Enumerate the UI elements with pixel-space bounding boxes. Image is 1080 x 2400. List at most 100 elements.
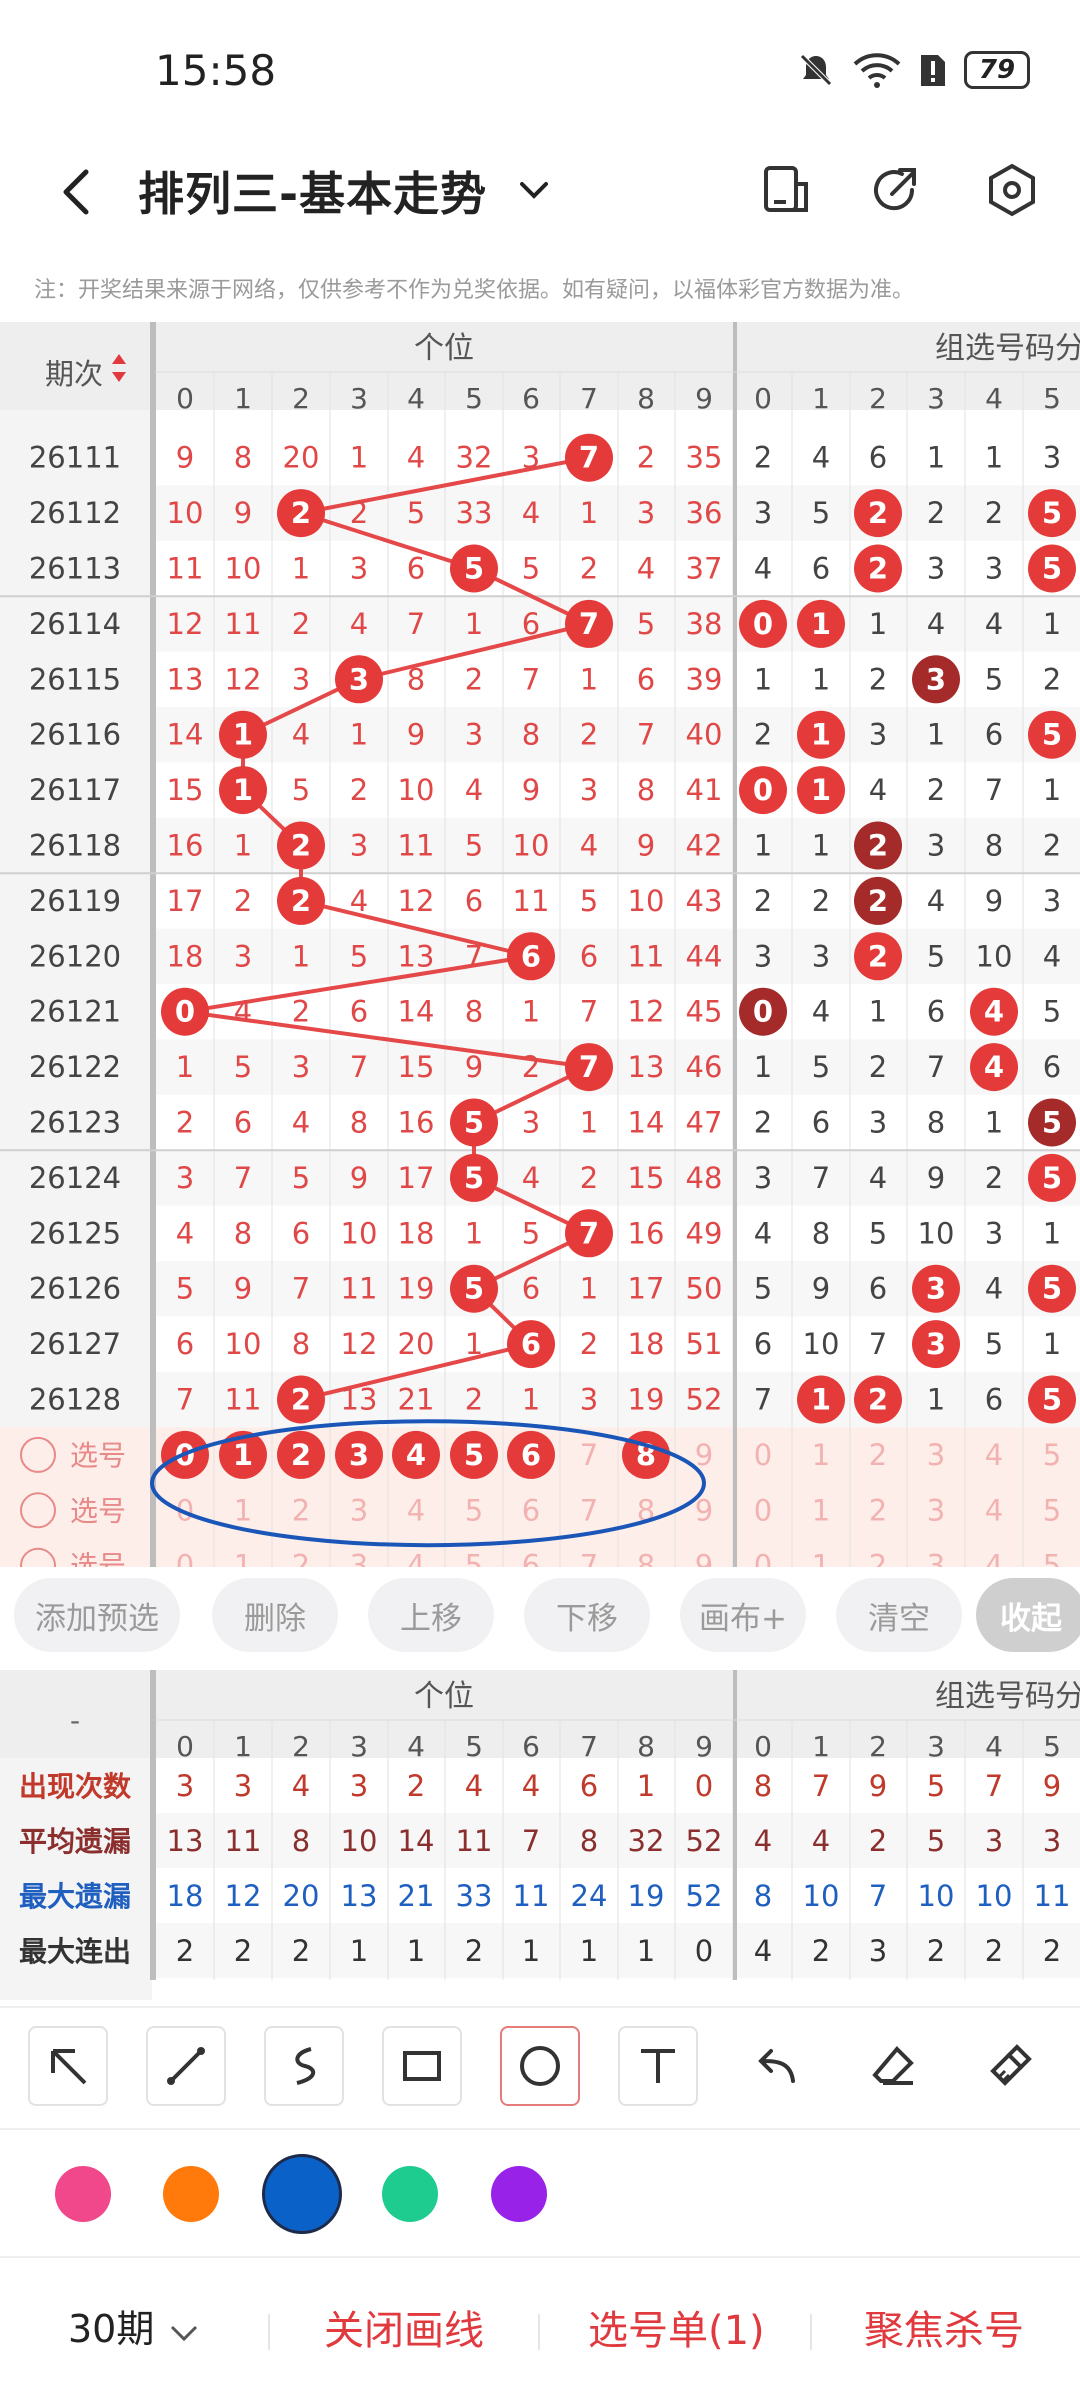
miss-cell: 18 bbox=[167, 939, 204, 973]
color-swatch-orange[interactable] bbox=[163, 2166, 219, 2222]
stats-section-group: 组选号码分 bbox=[935, 1679, 1080, 1714]
chevron-down-icon[interactable] bbox=[514, 170, 554, 210]
group-cell: 10 bbox=[976, 939, 1013, 973]
stats-digit-header: 2 bbox=[292, 1730, 310, 1763]
pick-ball[interactable]: 0 bbox=[176, 1549, 194, 1567]
canvas-plus-button[interactable]: 画布+ bbox=[680, 1578, 806, 1652]
miss-cell: 13 bbox=[628, 1050, 665, 1084]
curve-tool-icon[interactable] bbox=[264, 2026, 344, 2106]
settings-icon[interactable] bbox=[982, 160, 1042, 220]
miss-cell: 48 bbox=[686, 1161, 723, 1195]
group-pick-ball[interactable]: 3 bbox=[927, 1493, 945, 1527]
rectangle-tool-icon[interactable] bbox=[382, 2026, 462, 2106]
group-pick-ball[interactable]: 0 bbox=[754, 1438, 772, 1472]
color-swatch-purple[interactable] bbox=[491, 2166, 547, 2222]
pick-ball[interactable]: 8 bbox=[637, 1549, 655, 1567]
pick-ball[interactable]: 3 bbox=[350, 1493, 368, 1527]
stats-digit-header: 4 bbox=[407, 1730, 425, 1763]
group-hit-number: 1 bbox=[811, 718, 831, 752]
group-pick-ball[interactable]: 1 bbox=[812, 1549, 830, 1567]
pick-ball[interactable]: 7 bbox=[580, 1493, 598, 1527]
group-pick-ball[interactable]: 2 bbox=[869, 1493, 887, 1527]
pick-ball[interactable]: 1 bbox=[234, 1549, 252, 1567]
clear-button[interactable]: 清空 bbox=[836, 1578, 962, 1652]
group-hit-number: 2 bbox=[868, 552, 888, 586]
miss-cell: 51 bbox=[686, 1327, 723, 1361]
back-icon[interactable] bbox=[48, 162, 108, 222]
pick-ball[interactable]: 4 bbox=[407, 1549, 425, 1567]
pick-ball[interactable]: 5 bbox=[465, 1549, 483, 1567]
pick-ball[interactable]: 9 bbox=[695, 1438, 713, 1472]
period-header[interactable]: 期次 bbox=[45, 357, 103, 391]
miss-cell: 4 bbox=[350, 607, 368, 641]
group-pick-ball[interactable]: 4 bbox=[985, 1493, 1003, 1527]
pick-ball[interactable]: 6 bbox=[522, 1549, 540, 1567]
group-pick-ball[interactable]: 3 bbox=[927, 1438, 945, 1472]
period-cell: 26124 bbox=[29, 1161, 121, 1195]
pick-ball[interactable]: 6 bbox=[522, 1493, 540, 1527]
miss-cell: 15 bbox=[398, 1050, 435, 1084]
group-pick-ball[interactable]: 0 bbox=[754, 1493, 772, 1527]
group-hit-number: 2 bbox=[868, 1383, 888, 1417]
miss-cell: 5 bbox=[407, 496, 425, 530]
collapse-button[interactable]: 收起 bbox=[976, 1578, 1080, 1652]
group-pick-ball[interactable]: 5 bbox=[1043, 1493, 1061, 1527]
miss-cell: 5 bbox=[522, 552, 540, 586]
line-tool-icon[interactable] bbox=[146, 2026, 226, 2106]
group-pick-ball[interactable]: 1 bbox=[812, 1438, 830, 1472]
group-pick-ball[interactable]: 4 bbox=[985, 1549, 1003, 1567]
group-pick-ball[interactable]: 2 bbox=[869, 1549, 887, 1567]
undo-icon[interactable] bbox=[736, 2026, 816, 2106]
miss-cell: 2 bbox=[292, 995, 310, 1029]
status-time: 15:58 bbox=[155, 46, 277, 95]
phone-icon[interactable] bbox=[756, 160, 816, 220]
eraser-icon[interactable] bbox=[854, 2026, 934, 2106]
hit-number: 1 bbox=[233, 718, 253, 752]
group-pick-ball[interactable]: 2 bbox=[869, 1438, 887, 1472]
focus-kill-button[interactable]: 聚焦杀号 bbox=[864, 2298, 1024, 2356]
add-preselect-button[interactable]: 添加预选 bbox=[14, 1578, 180, 1652]
color-swatch-green[interactable] bbox=[382, 2166, 438, 2222]
share-icon[interactable] bbox=[866, 160, 926, 220]
close-lines-button[interactable]: 关闭画线 bbox=[324, 2298, 484, 2356]
group-pick-ball[interactable]: 4 bbox=[985, 1438, 1003, 1472]
miss-cell: 2 bbox=[580, 1161, 598, 1195]
pick-list-button[interactable]: 选号单(1) bbox=[588, 2298, 765, 2356]
group-pick-ball[interactable]: 0 bbox=[754, 1549, 772, 1567]
group-pick-ball[interactable]: 3 bbox=[927, 1549, 945, 1567]
trend-chart-canvas[interactable]: 期次个位 组选号码分0 1 2 3 4 5 6 7 8 9 0 1 2 3 4 526111 9 8 20 1 4 32 3 7… bbox=[0, 322, 1080, 1567]
group-pick-ball[interactable]: 5 bbox=[1043, 1549, 1061, 1567]
group-pick-ball[interactable]: 5 bbox=[1043, 1438, 1061, 1472]
pick-ball[interactable]: 3 bbox=[350, 1549, 368, 1567]
color-palette bbox=[0, 2138, 1080, 2248]
pick-ball[interactable]: 7 bbox=[580, 1438, 598, 1472]
miss-cell: 2 bbox=[350, 773, 368, 807]
page-title[interactable]: 排列三-基本走势 bbox=[138, 158, 487, 224]
arrow-tool-icon[interactable] bbox=[28, 2026, 108, 2106]
color-swatch-pink[interactable] bbox=[55, 2166, 111, 2222]
pick-ball[interactable]: 5 bbox=[465, 1493, 483, 1527]
circle-tool-icon[interactable] bbox=[500, 2026, 580, 2106]
group-cell: 1 bbox=[812, 662, 830, 696]
group-cell: 4 bbox=[754, 1216, 772, 1250]
miss-cell: 4 bbox=[580, 829, 598, 863]
period-selector[interactable]: 30期 bbox=[68, 2298, 202, 2353]
pick-ball[interactable]: 4 bbox=[407, 1493, 425, 1527]
pick-ball[interactable]: 2 bbox=[292, 1549, 310, 1567]
miss-cell: 2 bbox=[465, 662, 483, 696]
clear-brush-icon[interactable] bbox=[970, 2026, 1050, 2106]
move-up-button[interactable]: 上移 bbox=[368, 1578, 494, 1652]
group-hit-number: 4 bbox=[984, 995, 1004, 1029]
miss-cell: 12 bbox=[341, 1327, 378, 1361]
pick-ball[interactable]: 7 bbox=[580, 1549, 598, 1567]
pick-ball[interactable]: 9 bbox=[695, 1549, 713, 1567]
pick-ball[interactable]: 2 bbox=[292, 1493, 310, 1527]
pick-ball[interactable]: 1 bbox=[234, 1493, 252, 1527]
group-pick-ball[interactable]: 1 bbox=[812, 1493, 830, 1527]
text-tool-icon[interactable] bbox=[618, 2026, 698, 2106]
color-swatch-blue-selected[interactable] bbox=[262, 2154, 342, 2234]
move-down-button[interactable]: 下移 bbox=[524, 1578, 650, 1652]
miss-cell: 1 bbox=[522, 995, 540, 1029]
miss-cell: 7 bbox=[292, 1272, 310, 1306]
delete-button[interactable]: 删除 bbox=[212, 1578, 338, 1652]
